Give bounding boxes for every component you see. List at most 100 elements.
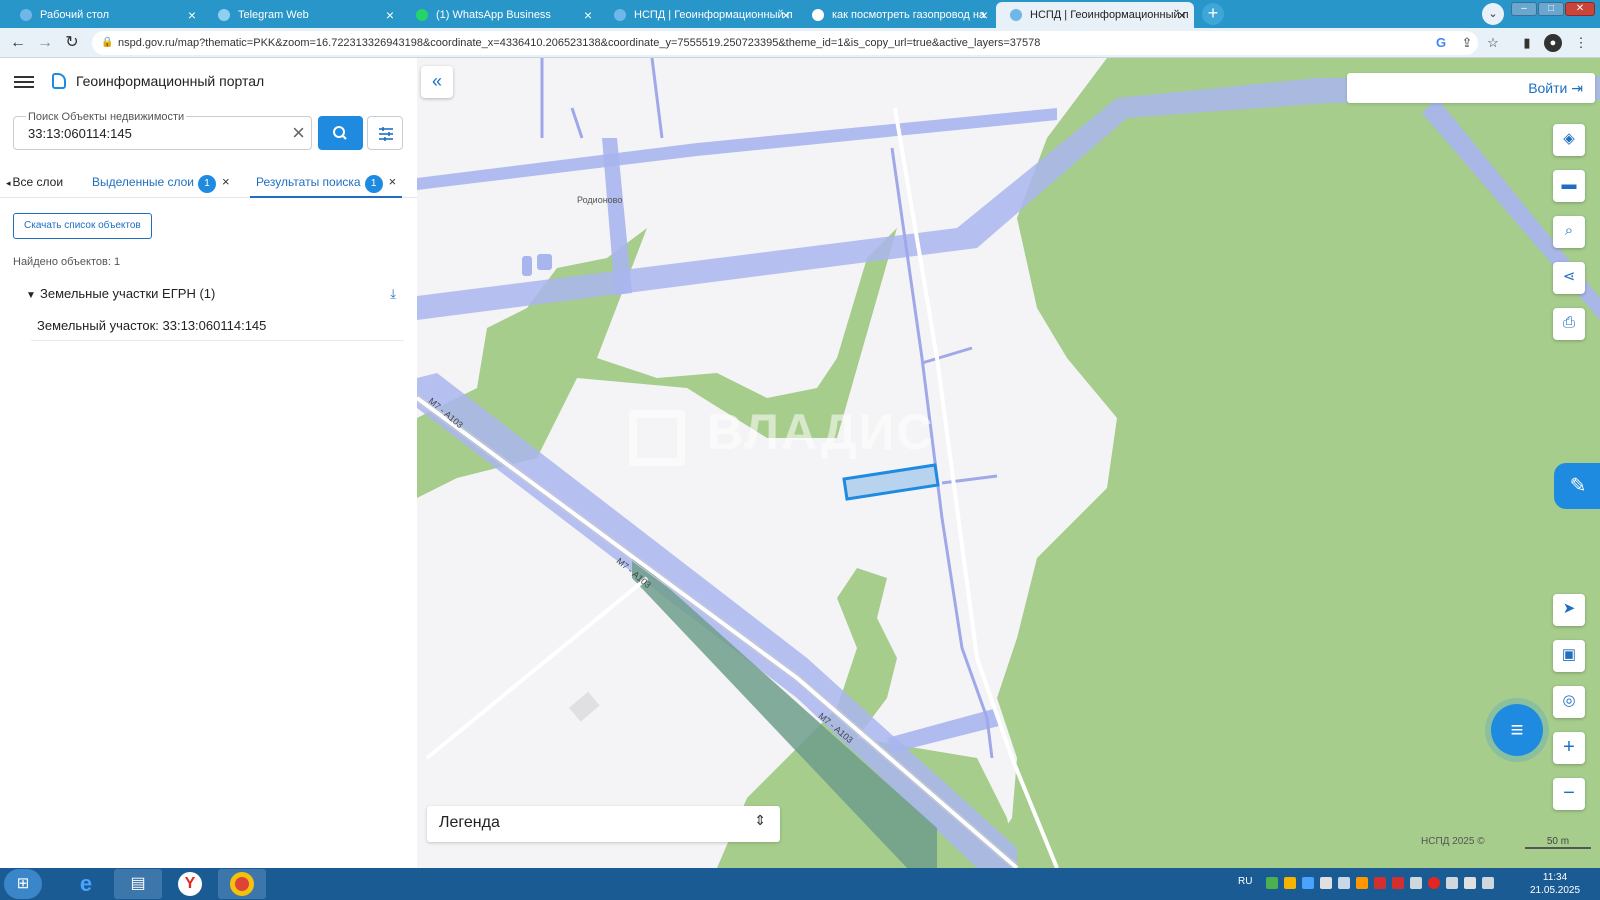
login-button[interactable]: Войти ⇥ xyxy=(1528,73,1583,103)
building xyxy=(569,691,600,722)
found-count: Найдено объектов: 1 xyxy=(13,256,121,268)
file-explorer-taskbar-icon[interactable]: ▤ xyxy=(114,869,162,899)
search-input[interactable] xyxy=(28,126,278,141)
tray-icon[interactable] xyxy=(1266,877,1278,889)
tab-list-button[interactable]: ⌄ xyxy=(1482,3,1504,25)
tray-icon[interactable] xyxy=(1392,877,1404,889)
url-field[interactable]: 🔒 nspd.gov.ru/map?thematic=PKK&zoom=16.72… xyxy=(92,31,1478,55)
share-button[interactable]: ⋖ xyxy=(1553,262,1585,294)
assistant-button[interactable]: ✎ xyxy=(1554,463,1600,509)
minimize-button[interactable]: – xyxy=(1511,2,1537,16)
print-button[interactable]: ⎙ xyxy=(1553,308,1585,340)
tray-icon[interactable] xyxy=(1428,877,1440,889)
browser-tab-4[interactable]: НСПД | Геоинформационный п × xyxy=(600,2,798,28)
google-icon[interactable]: G xyxy=(1432,34,1450,52)
tab-title: Рабочий стол xyxy=(40,9,110,21)
language-indicator[interactable]: RU xyxy=(1238,876,1252,887)
telegram-icon xyxy=(218,9,230,21)
reload-button[interactable]: ↻ xyxy=(62,33,82,53)
system-clock[interactable]: 11:34 21.05.2025 xyxy=(1530,871,1580,897)
result-group-header[interactable]: ▼ Земельные участки ЕГРН (1) ⤓ xyxy=(26,283,404,305)
measure-button[interactable]: ▬ xyxy=(1553,170,1585,202)
close-window-button[interactable]: ✕ xyxy=(1565,2,1595,16)
count-badge: 1 xyxy=(197,175,216,193)
bookmark-star-icon[interactable]: ☆ xyxy=(1484,34,1502,52)
close-icon[interactable]: × xyxy=(188,2,196,28)
profile-avatar[interactable]: ● xyxy=(1544,34,1562,52)
search-label: Поиск Объекты недвижимости xyxy=(26,111,187,123)
tab-selected-layers[interactable]: Выделенные слои 1 × xyxy=(92,168,230,198)
close-icon[interactable]: × xyxy=(386,2,394,28)
share-icon[interactable]: ⇪ xyxy=(1458,34,1476,52)
zoom-in-button[interactable]: + xyxy=(1553,732,1585,764)
zoom-out-button[interactable]: − xyxy=(1553,778,1585,810)
close-icon[interactable]: × xyxy=(1178,2,1186,28)
back-button[interactable]: ← xyxy=(8,33,28,53)
chat-icon: ≡ xyxy=(1510,717,1524,742)
tray-icon[interactable] xyxy=(1284,877,1296,889)
geolocation-button[interactable]: ◎ xyxy=(1553,686,1585,718)
hamburger-menu-icon[interactable] xyxy=(14,73,34,89)
share-icon: ⋖ xyxy=(1562,268,1576,285)
volume-icon[interactable] xyxy=(1410,877,1422,889)
tab-search-results[interactable]: Результаты поиска 1 × xyxy=(250,168,403,198)
tray-icon[interactable] xyxy=(1464,877,1476,889)
site-icon xyxy=(1010,9,1022,21)
side-panel-icon[interactable]: ▮ xyxy=(1518,34,1536,52)
site-icon xyxy=(614,9,626,21)
target-pin-icon: ◎ xyxy=(1562,692,1576,709)
tab-title: НСПД | Геоинформационный п xyxy=(1030,9,1189,21)
close-icon[interactable]: × xyxy=(389,174,397,189)
result-list-item[interactable]: Земельный участок: 33:13:060114:145 xyxy=(31,311,404,341)
yandex-browser-taskbar-icon[interactable]: Y xyxy=(166,869,214,899)
download-icon[interactable]: ⤓ xyxy=(390,283,396,305)
google-icon xyxy=(812,9,824,21)
browser-menu-icon[interactable]: ⋮ xyxy=(1572,34,1590,52)
chrome-taskbar-icon[interactable] xyxy=(218,869,266,899)
minimap-icon: ▣ xyxy=(1561,646,1577,663)
close-icon[interactable]: × xyxy=(584,2,592,28)
tray-icon[interactable] xyxy=(1302,877,1314,889)
tray-icon[interactable] xyxy=(1374,877,1386,889)
network-icon[interactable] xyxy=(1446,877,1458,889)
browser-tab-5[interactable]: как посмотреть газопровод на × xyxy=(798,2,996,28)
maximize-button[interactable]: □ xyxy=(1538,2,1564,16)
clear-search-icon[interactable]: × xyxy=(292,121,305,145)
close-icon[interactable]: × xyxy=(222,174,230,189)
place-label: Родионово xyxy=(577,195,623,205)
tray-icon[interactable] xyxy=(1320,877,1332,889)
new-tab-button[interactable]: + xyxy=(1202,3,1224,25)
browser-tab-3[interactable]: (1) WhatsApp Business × xyxy=(402,2,600,28)
building xyxy=(522,256,532,276)
download-list-button[interactable]: Скачать список объектов xyxy=(13,213,152,239)
start-button[interactable]: ⊞ xyxy=(4,869,42,899)
tab-all-layers[interactable]: ◂ Все слои xyxy=(6,168,63,198)
area-search-button[interactable]: ⌕ xyxy=(1553,216,1585,248)
minimap-button[interactable]: ▣ xyxy=(1553,640,1585,672)
tray-icon[interactable] xyxy=(1338,877,1350,889)
collapse-sidebar-button[interactable]: « xyxy=(421,66,453,98)
forward-button[interactable]: → xyxy=(35,33,55,53)
browser-tab-6[interactable]: НСПД | Геоинформационный п × xyxy=(996,2,1194,28)
flag-icon[interactable] xyxy=(1482,877,1494,889)
layers-button[interactable]: ◈ xyxy=(1553,124,1585,156)
tray-icon[interactable] xyxy=(1356,877,1368,889)
login-icon: ⇥ xyxy=(1571,80,1583,96)
map-canvas[interactable]: ВЛАДИС Родионово М7 - А103 М7 - А103 М7 … xyxy=(417,58,1600,868)
locate-button[interactable]: ➤ xyxy=(1553,594,1585,626)
filter-button[interactable] xyxy=(367,116,403,150)
search-field[interactable]: Поиск Объекты недвижимости × xyxy=(13,111,312,150)
search-button[interactable] xyxy=(318,116,363,150)
tab-title: (1) WhatsApp Business xyxy=(436,9,551,21)
login-panel: Войти ⇥ xyxy=(1347,73,1595,103)
chat-button[interactable]: ≡ xyxy=(1491,704,1543,756)
expand-toggle-icon[interactable]: ⇕ xyxy=(754,812,766,829)
legend-panel[interactable]: Легенда ⇕ xyxy=(427,806,780,842)
close-icon[interactable]: × xyxy=(782,2,790,28)
close-icon[interactable]: × xyxy=(980,2,988,28)
utility-line xyxy=(570,107,584,139)
browser-tab-1[interactable]: Рабочий стол × xyxy=(6,2,204,28)
browser-tab-2[interactable]: Telegram Web × xyxy=(204,2,402,28)
zone-band xyxy=(417,108,1057,190)
internet-explorer-taskbar-icon[interactable]: e xyxy=(62,869,110,899)
